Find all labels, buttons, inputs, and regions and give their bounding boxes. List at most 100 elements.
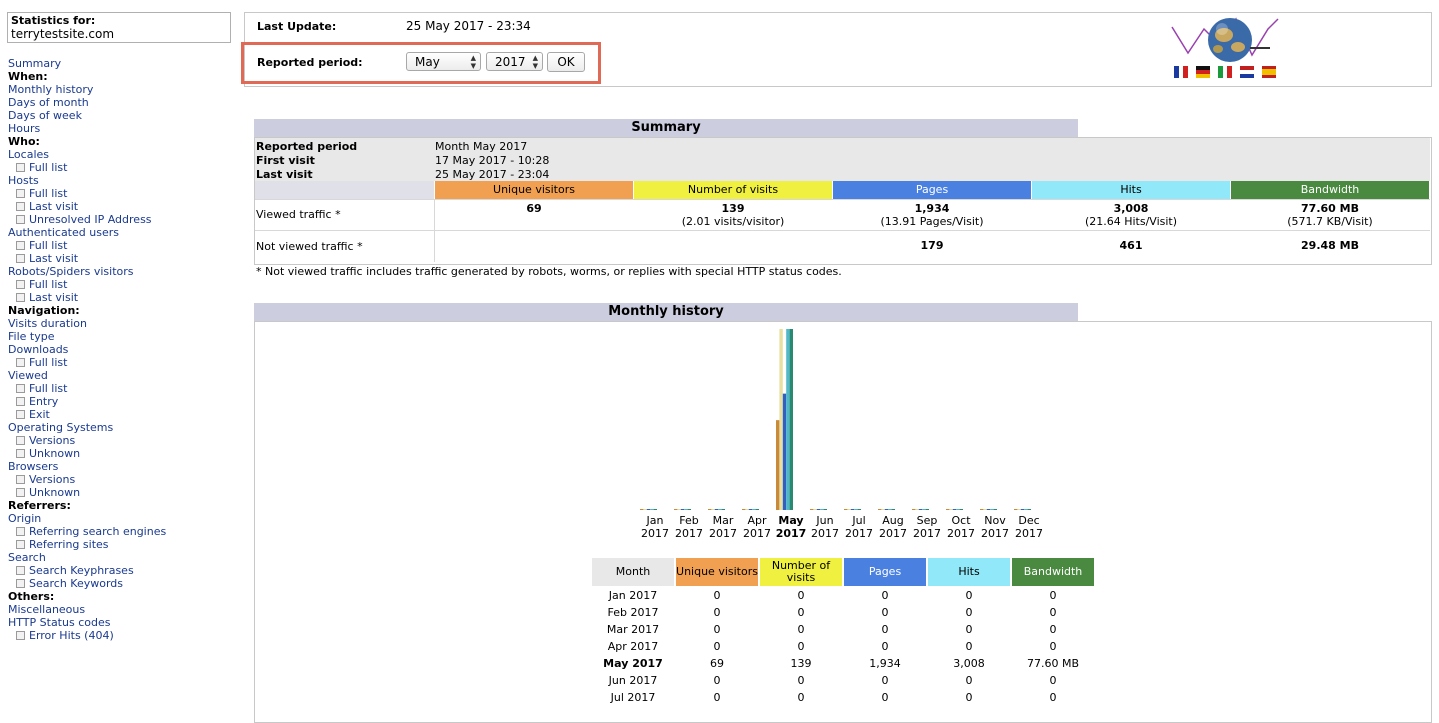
menu-item-label[interactable]: Hours (8, 122, 40, 135)
ok-button[interactable]: OK (547, 52, 585, 72)
menu-link[interactable]: Entry (8, 395, 166, 408)
flag-de-icon[interactable] (1196, 66, 1210, 78)
menu-item-label[interactable]: Viewed (8, 369, 48, 382)
menu-link[interactable]: Full list (8, 356, 166, 369)
menu-link[interactable]: Search (8, 551, 166, 564)
menu-link[interactable]: Versions (8, 473, 166, 486)
menu-link[interactable]: Search Keywords (8, 577, 166, 590)
menu-item-label[interactable]: Search Keywords (29, 577, 123, 590)
menu-item-label[interactable]: Operating Systems (8, 421, 113, 434)
menu-item-label[interactable]: Last visit (29, 291, 78, 304)
monthly-cell: 0 (713, 623, 721, 636)
menu-link[interactable]: Hours (8, 122, 166, 135)
menu-link[interactable]: Unknown (8, 447, 166, 460)
menu-item-label[interactable]: Error Hits (404) (29, 629, 114, 642)
menu-link[interactable]: Full list (8, 161, 166, 174)
menu-link[interactable]: Days of week (8, 109, 166, 122)
menu-item-label[interactable]: Monthly history (8, 83, 93, 96)
menu-item-label[interactable]: Hosts (8, 174, 39, 187)
menu-link[interactable]: Unresolved IP Address (8, 213, 166, 226)
menu-link[interactable]: Unknown (8, 486, 166, 499)
menu-link[interactable]: Miscellaneous (8, 603, 166, 616)
menu-item-label[interactable]: Days of week (8, 109, 82, 122)
menu-item-label[interactable]: Full list (29, 161, 67, 174)
menu-item-label[interactable]: Unresolved IP Address (29, 213, 152, 226)
year-select[interactable]: 2017 ▲ ▼ (486, 52, 543, 71)
menu-item-label[interactable]: Full list (29, 239, 67, 252)
monthly-cell: 0 (965, 589, 973, 602)
menu-link[interactable]: Full list (8, 278, 166, 291)
menu-item-label[interactable]: Full list (29, 356, 67, 369)
menu-item-label[interactable]: Robots/Spiders visitors (8, 265, 134, 278)
menu-link[interactable]: Last visit (8, 291, 166, 304)
menu-link[interactable]: Search Keyphrases (8, 564, 166, 577)
list-bullet-icon (16, 357, 25, 367)
list-bullet-icon (16, 201, 25, 211)
menu-link[interactable]: Authenticated users (8, 226, 166, 239)
menu-link[interactable]: Full list (8, 187, 166, 200)
menu-link[interactable]: Hosts (8, 174, 166, 187)
menu-link[interactable]: HTTP Status codes (8, 616, 166, 629)
menu-link[interactable]: Exit (8, 408, 166, 421)
menu-item-label[interactable]: Authenticated users (8, 226, 119, 239)
menu-link[interactable]: Last visit (8, 252, 166, 265)
menu-item-label[interactable]: Search (8, 551, 46, 564)
menu-item-label[interactable]: Full list (29, 187, 67, 200)
menu-link[interactable]: Full list (8, 239, 166, 252)
menu-item-label[interactable]: Downloads (8, 343, 68, 356)
menu-item-label[interactable]: Unknown (29, 486, 80, 499)
flag-nl-icon[interactable] (1240, 66, 1254, 78)
chart-bar-jul-0 (844, 509, 848, 510)
menu-link[interactable]: Viewed (8, 369, 166, 382)
reported-period-row-label: Reported period (256, 140, 358, 153)
menu-item-label[interactable]: Full list (29, 278, 67, 291)
viewed-value-cell: 3,008 (21.64 Hits/Visit) (1032, 202, 1230, 228)
menu-link[interactable]: Visits duration (8, 317, 166, 330)
chart-bar-jun-1 (813, 509, 817, 510)
menu-item-label[interactable]: Exit (29, 408, 50, 421)
menu-link[interactable]: Operating Systems (8, 421, 166, 434)
menu-link[interactable]: Robots/Spiders visitors (8, 265, 166, 278)
menu-item-label[interactable]: Unknown (29, 447, 80, 460)
menu-item-label[interactable]: Summary (8, 57, 61, 70)
menu-link[interactable]: Downloads (8, 343, 166, 356)
flag-es-icon[interactable] (1262, 66, 1276, 78)
chart-bar-mar-0 (708, 509, 712, 510)
month-select[interactable]: May ▲ ▼ (406, 52, 481, 71)
menu-item-label[interactable]: Locales (8, 148, 49, 161)
menu-link[interactable]: File type (8, 330, 166, 343)
month-year: 2017 (743, 527, 771, 540)
menu-link[interactable]: Origin (8, 512, 166, 525)
menu-item-label[interactable]: Last visit (29, 252, 78, 265)
menu-link[interactable]: Days of month (8, 96, 166, 109)
menu-item-label[interactable]: Visits duration (8, 317, 87, 330)
menu-item-label[interactable]: Days of month (8, 96, 89, 109)
menu-link[interactable]: Full list (8, 382, 166, 395)
menu-link[interactable]: Referring search engines (8, 525, 166, 538)
menu-link[interactable]: Referring sites (8, 538, 166, 551)
menu-item-label[interactable]: HTTP Status codes (8, 616, 110, 629)
menu-item-label[interactable]: Versions (29, 434, 75, 447)
list-bullet-icon (16, 214, 25, 224)
menu-link[interactable]: Summary (8, 57, 166, 70)
menu-item-label[interactable]: Miscellaneous (8, 603, 85, 616)
menu-link[interactable]: Browsers (8, 460, 166, 473)
menu-item-label[interactable]: Browsers (8, 460, 58, 473)
menu-link[interactable]: Monthly history (8, 83, 166, 96)
menu-item-label[interactable]: Full list (29, 382, 67, 395)
menu-item-label[interactable]: Entry (29, 395, 58, 408)
menu-item-label[interactable]: Search Keyphrases (29, 564, 134, 577)
menu-item-label[interactable]: Last visit (29, 200, 78, 213)
menu-link[interactable]: Error Hits (404) (8, 629, 166, 642)
menu-item-label[interactable]: Referring sites (29, 538, 109, 551)
menu-link[interactable]: Last visit (8, 200, 166, 213)
menu-item-label[interactable]: File type (8, 330, 54, 343)
menu-item-label[interactable]: Versions (29, 473, 75, 486)
flag-it-icon[interactable] (1218, 66, 1232, 78)
menu-item-label[interactable]: Origin (8, 512, 41, 525)
monthly-cell: Apr 2017 (607, 640, 659, 653)
menu-link[interactable]: Versions (8, 434, 166, 447)
menu-item-label[interactable]: Referring search engines (29, 525, 166, 538)
flag-fr-icon[interactable] (1174, 66, 1188, 78)
menu-link[interactable]: Locales (8, 148, 166, 161)
